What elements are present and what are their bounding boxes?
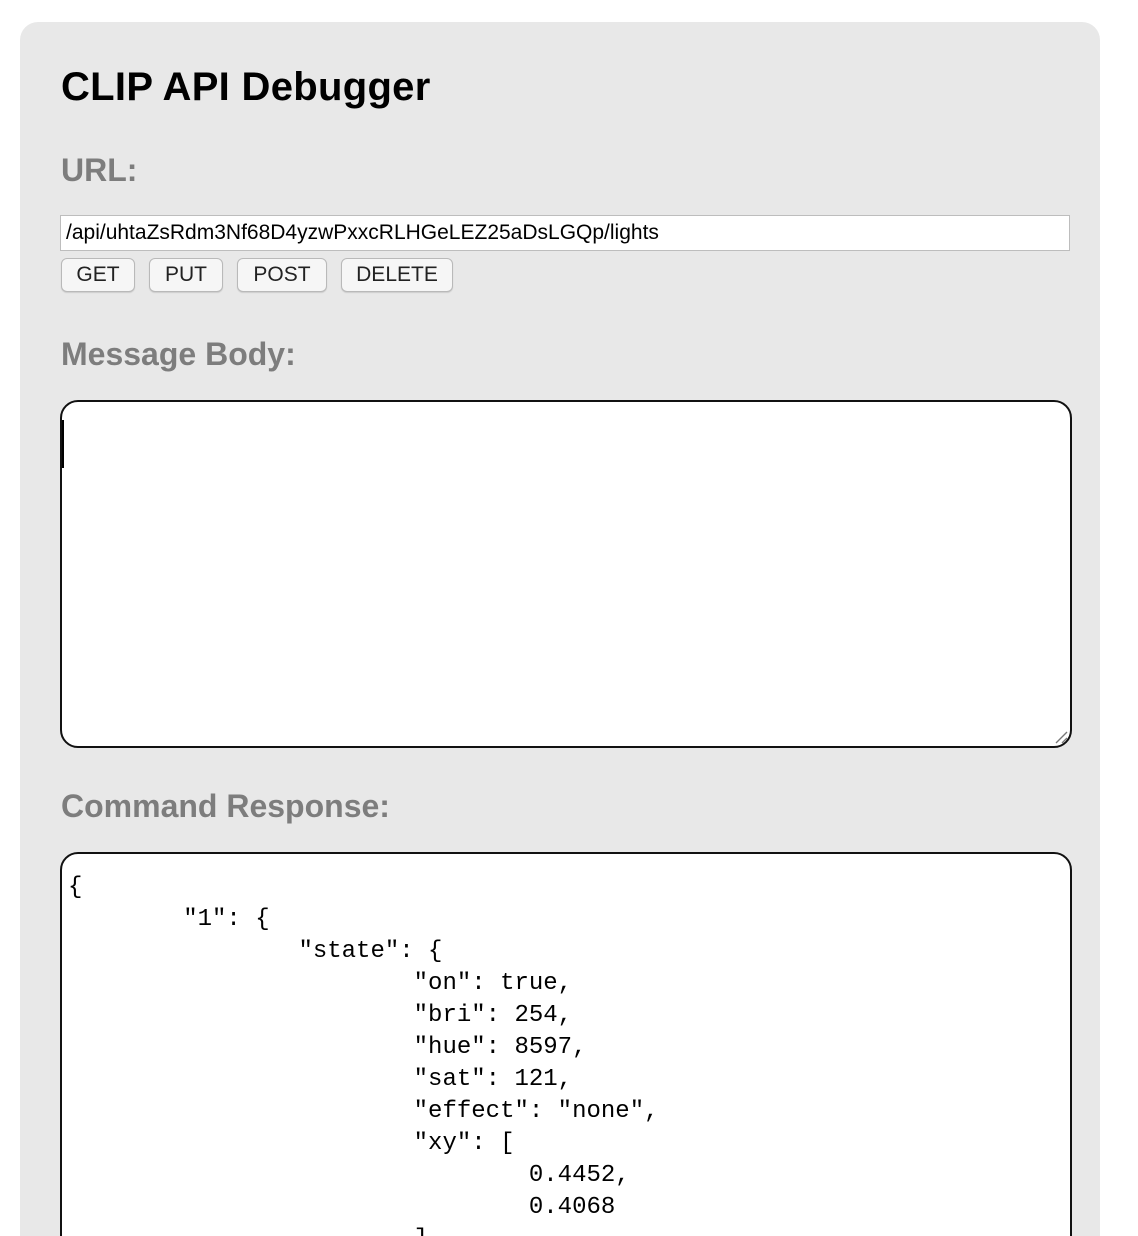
resize-grip-icon[interactable]	[1052, 728, 1068, 744]
method-buttons: GET PUT POST DELETE	[61, 258, 453, 292]
put-button[interactable]: PUT	[149, 258, 223, 292]
debugger-panel: CLIP API Debugger URL: GET PUT POST DELE…	[20, 22, 1100, 1236]
delete-button[interactable]: DELETE	[341, 258, 453, 292]
command-response-label: Command Response:	[61, 788, 390, 824]
message-body-label: Message Body:	[61, 336, 296, 372]
command-response-output[interactable]: { "1": { "state": { "on": true, "bri": 2…	[62, 854, 1070, 1236]
message-body-textarea[interactable]	[62, 402, 1070, 746]
url-input[interactable]	[60, 215, 1070, 251]
post-button[interactable]: POST	[237, 258, 327, 292]
command-response-container: { "1": { "state": { "on": true, "bri": 2…	[60, 852, 1072, 1236]
text-caret	[62, 420, 64, 468]
message-body-container	[60, 400, 1072, 748]
page-title: CLIP API Debugger	[61, 65, 431, 109]
get-button[interactable]: GET	[61, 258, 135, 292]
url-label: URL:	[61, 152, 138, 188]
